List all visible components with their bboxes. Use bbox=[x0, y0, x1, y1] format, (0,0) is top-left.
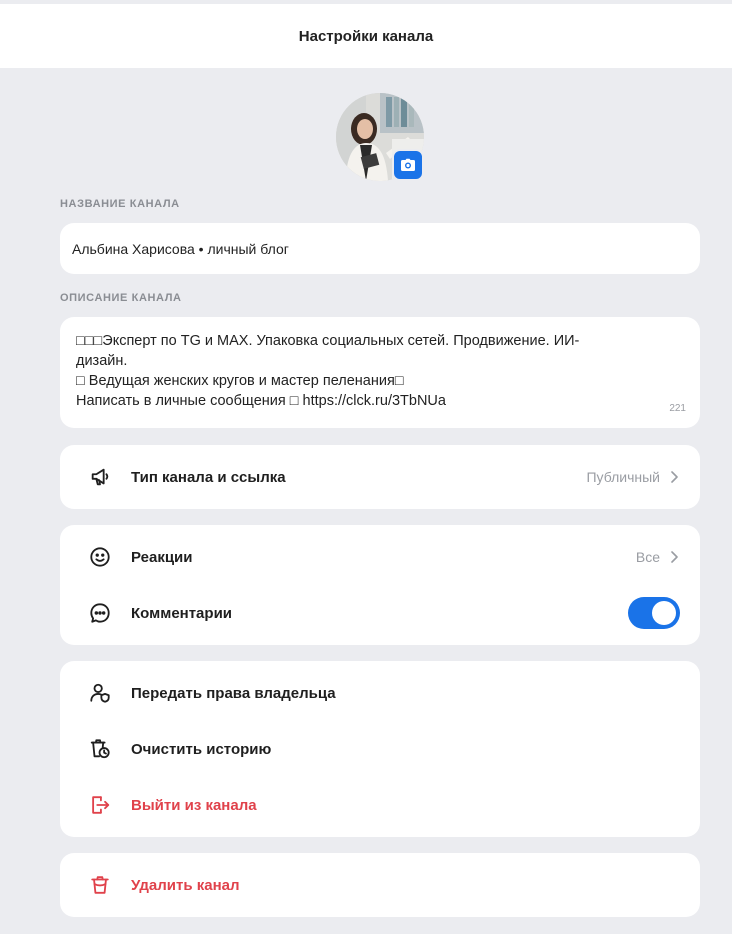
channel-type-card: Тип канала и ссылка Публичный bbox=[60, 445, 700, 509]
reactions-label: Реакции bbox=[131, 548, 193, 566]
user-shield-icon bbox=[88, 681, 112, 705]
camera-icon bbox=[401, 158, 415, 171]
change-photo-button[interactable] bbox=[392, 149, 424, 181]
transfer-owner-label: Передать права владельца bbox=[131, 684, 336, 702]
megaphone-icon bbox=[88, 465, 112, 489]
channel-name-label: НАЗВАНИЕ КАНАЛА bbox=[60, 198, 180, 210]
transfer-owner-row[interactable]: Передать права владельца bbox=[60, 665, 700, 721]
comments-label: Комментарии bbox=[131, 604, 233, 622]
description-line: дизайн. bbox=[76, 353, 128, 369]
character-counter: 221 bbox=[669, 403, 686, 414]
reactions-value: Все bbox=[635, 549, 660, 565]
leave-channel-row[interactable]: Выйти из канала bbox=[60, 777, 700, 833]
channel-description-field[interactable]: □□□Эксперт по TG и MAX. Упаковка социаль… bbox=[60, 317, 700, 428]
channel-type-label: Тип канала и ссылка bbox=[131, 468, 286, 486]
comments-toggle[interactable] bbox=[628, 597, 680, 629]
reactions-row[interactable]: Реакции Все bbox=[60, 529, 700, 585]
exit-icon bbox=[88, 793, 112, 817]
toggle-knob bbox=[652, 601, 676, 625]
leave-channel-label: Выйти из канала bbox=[131, 796, 257, 814]
header: Настройки канала bbox=[0, 4, 732, 68]
channel-type-row[interactable]: Тип канала и ссылка Публичный bbox=[60, 449, 700, 505]
chevron-right-icon bbox=[668, 471, 680, 483]
channel-name-field[interactable]: Альбина Харисова • личный блог bbox=[60, 223, 700, 274]
avatar-container[interactable] bbox=[336, 93, 426, 183]
interactions-card: Реакции Все Комментарии bbox=[60, 525, 700, 645]
delete-channel-label: Удалить канал bbox=[131, 876, 240, 894]
comments-row[interactable]: Комментарии bbox=[60, 585, 700, 641]
delete-channel-row[interactable]: Удалить канал bbox=[60, 857, 700, 913]
trash-clock-icon bbox=[88, 737, 112, 761]
clear-history-label: Очистить историю bbox=[131, 740, 272, 758]
comment-icon bbox=[88, 601, 112, 625]
page-title: Настройки канала bbox=[298, 27, 434, 45]
channel-name-value: Альбина Харисова • личный блог bbox=[72, 240, 289, 257]
chevron-right-icon bbox=[668, 551, 680, 563]
description-line: Написать в личные сообщения □ https://cl… bbox=[76, 393, 446, 409]
description-line: □□□Эксперт по TG и MAX. Упаковка социаль… bbox=[76, 333, 580, 349]
channel-description-label: ОПИСАНИЕ КАНАЛА bbox=[60, 292, 182, 304]
delete-card: Удалить канал bbox=[60, 853, 700, 917]
description-line: □ Ведущая женских кругов и мастер пелена… bbox=[76, 373, 404, 389]
smile-icon bbox=[88, 545, 112, 569]
channel-type-value: Публичный bbox=[586, 469, 660, 485]
actions-card: Передать права владельца Очистить истори… bbox=[60, 661, 700, 837]
clear-history-row[interactable]: Очистить историю bbox=[60, 721, 700, 777]
delete-icon bbox=[88, 873, 112, 897]
